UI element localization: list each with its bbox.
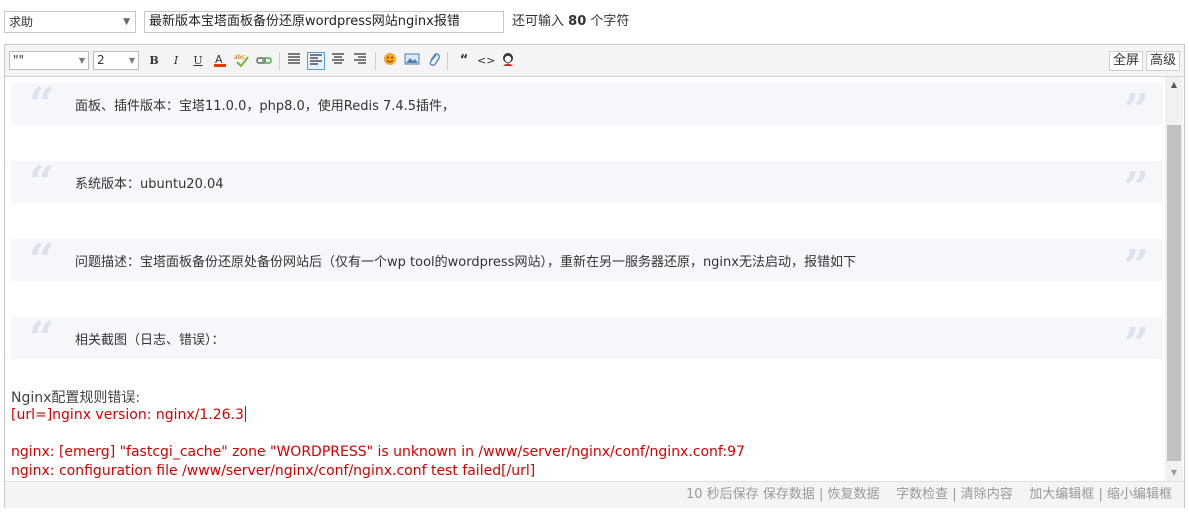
editor-toolbar: "" ▼ 2 ▼ B I U A abc “ <> 全屏 高级 [5, 45, 1184, 77]
category-value: 求助 [9, 15, 34, 29]
align-left-icon [310, 54, 322, 65]
attachment-button[interactable] [425, 52, 443, 70]
spellcheck-button[interactable]: abc [233, 52, 251, 70]
quote-block: “ 面板、插件版本：宝塔11.0.0，php8.0，使用Redis 7.4.5插… [11, 79, 1163, 133]
word-check-link[interactable]: 字数检查 [896, 487, 948, 502]
align-right-icon [354, 53, 366, 64]
quote-block: “ 相关截图（日志、错误）： ” [11, 313, 1163, 367]
scroll-up-icon[interactable]: ▲ [1165, 77, 1183, 93]
thread-header: 求助 ▼ 最新版本宝塔面板备份还原wordpress网站nginx报错 还可输入… [0, 0, 1190, 44]
separator: | [952, 487, 957, 502]
content-line: Nginx配置规则错误: [11, 390, 141, 406]
title-input[interactable]: 最新版本宝塔面板备份还原wordpress网站nginx报错 [144, 11, 504, 33]
editor-scrollbar[interactable]: ▲ ▼ [1165, 77, 1183, 481]
close-quote-icon: ” [1123, 241, 1149, 292]
chevron-down-icon: ▼ [123, 17, 130, 27]
close-quote-icon: ” [1123, 163, 1149, 214]
enlarge-editor-link[interactable]: 加大编辑框 [1029, 487, 1094, 502]
code-button[interactable]: <> [477, 52, 495, 70]
align-justify-icon [288, 53, 300, 64]
open-quote-icon: “ [29, 157, 55, 208]
svg-text:abc: abc [234, 54, 245, 61]
link-button[interactable] [255, 52, 273, 70]
content-line-text: [url=]nginx version: nginx/1.26.3 [11, 407, 244, 423]
spellcheck-icon: abc [234, 54, 249, 68]
scroll-down-icon[interactable]: ▼ [1165, 465, 1183, 481]
image-icon [404, 53, 420, 65]
font-family-value: "" [13, 53, 25, 67]
toolbar-divider [447, 52, 448, 70]
shrink-editor-link[interactable]: 缩小编辑框 [1107, 487, 1172, 502]
toolbar-divider [375, 52, 376, 70]
italic-button[interactable]: I [167, 52, 185, 70]
quote-text: 问题描述：宝塔面板备份还原处备份网站后（仅有一个wp tool的wordpres… [75, 255, 856, 270]
separator: | [1098, 487, 1103, 502]
align-center-icon [332, 53, 344, 64]
align-center-button[interactable] [329, 52, 347, 70]
fullscreen-button[interactable]: 全屏 [1108, 51, 1143, 71]
quote-text: 相关截图（日志、错误）： [75, 333, 225, 348]
quote-block: “ 问题描述：宝塔面板备份还原处备份网站后（仅有一个wp tool的wordpr… [11, 235, 1163, 289]
open-quote-icon: “ [29, 79, 55, 130]
content-line: nginx: [emerg] "fastcgi_cache" zone "WOR… [11, 444, 745, 460]
category-select[interactable]: 求助 ▼ [4, 11, 136, 33]
quote-block: “ 系统版本：ubuntu20.04 ” [11, 157, 1163, 211]
clear-content-link[interactable]: 清除内容 [961, 487, 1013, 502]
emoji-icon [384, 53, 396, 65]
chevron-down-icon: ▼ [128, 56, 135, 65]
chevron-down-icon: ▼ [78, 56, 85, 65]
font-size-value: 2 [97, 53, 105, 67]
open-quote-icon: “ [29, 235, 55, 286]
content-line: nginx: configuration file /www/server/ng… [11, 463, 536, 479]
image-button[interactable] [403, 52, 421, 70]
quote-icon: “ [459, 53, 469, 68]
avatar-button[interactable] [499, 52, 517, 70]
emoji-button[interactable] [381, 52, 399, 70]
editor-content[interactable]: “ 面板、插件版本：宝塔11.0.0，php8.0，使用Redis 7.4.5插… [5, 77, 1165, 481]
text-caret [244, 406, 246, 422]
close-quote-icon: ” [1123, 319, 1149, 370]
restore-data-link[interactable]: 恢复数据 [828, 487, 880, 502]
toolbar-divider [279, 52, 280, 70]
rich-text-editor: "" ▼ 2 ▼ B I U A abc “ <> 全屏 高级 “ 面板、插件版… [4, 44, 1185, 508]
avatar-icon [503, 53, 513, 66]
open-quote-icon: “ [29, 313, 55, 364]
close-quote-icon: ” [1123, 85, 1149, 136]
save-data-link[interactable]: 保存数据 [763, 487, 815, 502]
underline-button[interactable]: U [189, 52, 207, 70]
bold-button[interactable]: B [145, 52, 163, 70]
char-counter: 还可输入 80 个字符 [512, 11, 629, 33]
align-justify-button[interactable] [285, 52, 303, 70]
code-icon: <> [477, 54, 496, 67]
autosave-countdown: 10 秒后保存 [686, 487, 759, 502]
font-family-select[interactable]: "" ▼ [9, 51, 89, 70]
align-left-button[interactable] [307, 52, 325, 70]
counter-value: 80 [568, 14, 587, 29]
align-right-button[interactable] [351, 52, 369, 70]
counter-suffix: 个字符 [590, 14, 630, 29]
font-color-icon: A [214, 53, 226, 67]
content-line: [url=]nginx version: nginx/1.26.3 [11, 406, 246, 423]
editor-statusbar: 10 秒后保存 保存数据 | 恢复数据 字数检查 | 清除内容 加大编辑框 | … [5, 481, 1184, 508]
font-size-select[interactable]: 2 ▼ [93, 51, 139, 70]
quote-button[interactable]: “ [455, 52, 473, 70]
link-icon [256, 57, 272, 64]
attachment-icon [429, 53, 440, 66]
quote-text: 面板、插件版本：宝塔11.0.0，php8.0，使用Redis 7.4.5插件， [75, 99, 456, 114]
scroll-thumb[interactable] [1167, 125, 1181, 461]
separator: | [818, 487, 824, 502]
font-color-button[interactable]: A [211, 52, 229, 70]
status-links: 10 秒后保存 保存数据 | 恢复数据 字数检查 | 清除内容 加大编辑框 | … [686, 482, 1172, 508]
quote-text: 系统版本：ubuntu20.04 [75, 177, 224, 192]
advanced-button[interactable]: 高级 [1145, 51, 1180, 71]
counter-prefix: 还可输入 [512, 14, 565, 29]
